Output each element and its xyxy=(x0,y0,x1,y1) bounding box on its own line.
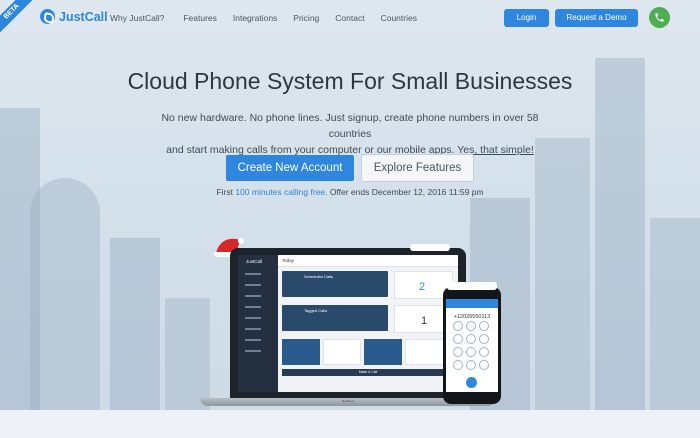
nav-item-features[interactable]: Features xyxy=(183,13,217,23)
top-navigation: BETA JustCall Why JustCall? Features Int… xyxy=(0,0,700,38)
schedule-tile xyxy=(323,339,361,365)
tagged-calls-title: Tagged Calls xyxy=(304,308,328,313)
tagged-calls-card: Tagged Calls xyxy=(282,305,388,331)
phone-number: +12026550113 xyxy=(453,314,491,320)
offer-text: First 100 minutes calling free. Offer en… xyxy=(0,187,700,197)
login-button[interactable]: Login xyxy=(504,9,549,27)
footer-band xyxy=(0,410,700,438)
tagged-count: 1 xyxy=(421,315,428,327)
scheduled-count: 2 xyxy=(419,281,426,293)
call-button[interactable] xyxy=(649,7,670,28)
phone-screen: +12026550113 xyxy=(446,299,498,392)
offer-highlight: 100 minutes calling free. xyxy=(235,187,328,197)
explore-features-button[interactable]: Explore Features xyxy=(361,154,474,182)
offer-suffix: Offer ends December 12, 2016 11:59 pm xyxy=(327,187,484,197)
laptop-screen: JustCall Today Scheduled Calls Tagged Ca… xyxy=(238,255,458,392)
phone-mockup: +12026550113 xyxy=(443,282,501,404)
scheduled-calls-card: Scheduled Calls xyxy=(282,271,388,297)
create-account-button[interactable]: Create New Account xyxy=(226,155,354,181)
contacts-tile xyxy=(364,339,402,365)
hero-title: Cloud Phone System For Small Businesses xyxy=(127,68,573,94)
logo[interactable]: JustCall xyxy=(40,9,108,24)
hero-subtitle-line1: No new hardware. No phone lines. Just si… xyxy=(161,112,539,140)
snow-cap xyxy=(410,244,450,251)
request-demo-button[interactable]: Request a Demo xyxy=(555,9,638,27)
app-sidebar-logo: JustCall xyxy=(246,259,263,264)
main-menu: Why JustCall? Features Integrations Pric… xyxy=(110,13,417,23)
nav-item-pricing[interactable]: Pricing xyxy=(293,13,319,23)
phone-logo-icon xyxy=(40,9,55,24)
scheduled-calls-title: Scheduled Calls xyxy=(304,274,333,279)
phone-app-header xyxy=(446,299,498,308)
nav-item-integrations[interactable]: Integrations xyxy=(233,13,277,23)
phone-keypad xyxy=(453,321,491,370)
laptop-mockup: JustCall Today Scheduled Calls Tagged Ca… xyxy=(230,244,466,398)
offer-prefix: First xyxy=(216,187,236,197)
dial-tile xyxy=(282,339,320,365)
app-header: Today xyxy=(278,255,458,267)
phone-snow-cap xyxy=(447,282,497,290)
hero-subtitle: No new hardware. No phone lines. Just si… xyxy=(140,110,560,158)
make-call-label: Make A Call xyxy=(358,370,378,374)
nav-item-contact[interactable]: Contact xyxy=(335,13,364,23)
phone-call-button xyxy=(466,377,477,388)
beta-badge: BETA xyxy=(0,0,38,38)
nav-item-countries[interactable]: Countries xyxy=(381,13,417,23)
logo-text: JustCall xyxy=(59,9,108,24)
nav-item-why-justcall[interactable]: Why JustCall? xyxy=(110,13,164,23)
make-call-bar: Make A Call xyxy=(282,369,454,376)
phone-icon xyxy=(655,13,664,22)
app-sidebar: JustCall xyxy=(238,255,278,392)
